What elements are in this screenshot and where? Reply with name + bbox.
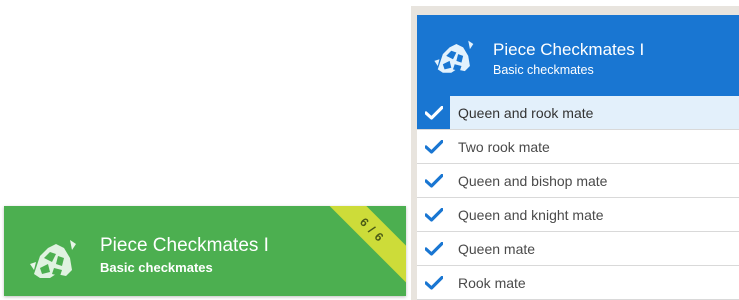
study-subtitle: Basic checkmates [493,63,594,77]
chapter-label: Queen and rook mate [458,104,594,121]
chapter-item[interactable]: Queen and bishop mate [417,164,739,198]
chapter-label: Queen and knight mate [458,206,604,223]
chapter-item[interactable]: Queen and rook mate [417,96,739,130]
chapter-label: Queen and bishop mate [458,172,608,189]
chapter-item[interactable]: Rook mate [417,266,739,300]
chess-pieces-icon [434,40,474,73]
checkmark-icon [417,130,450,163]
chapter-label: Rook mate [458,274,526,291]
progress-ribbon: 6 / 6 [313,206,406,289]
study-card-piece-checkmates[interactable]: Piece Checkmates I Basic checkmates 6 / … [4,206,406,296]
checkmark-icon [417,198,450,231]
study-header: Piece Checkmates I Basic checkmates [417,15,739,96]
card-subtitle: Basic checkmates [100,260,213,275]
checkmark-icon [417,164,450,197]
study-panel: Piece Checkmates I Basic checkmates Quee… [411,6,739,300]
chapter-item[interactable]: Two rook mate [417,130,739,164]
chapter-item[interactable]: Queen and knight mate [417,198,739,232]
chapter-label: Queen mate [458,240,536,257]
study-title: Piece Checkmates I [493,40,645,59]
checkmark-icon [417,96,450,129]
card-title: Piece Checkmates I [100,235,269,256]
checkmark-icon [417,232,450,265]
chapter-item[interactable]: Queen mate [417,232,739,266]
chess-pieces-icon [30,240,76,278]
chapter-list: Queen and rook mate Two rook mate Queen … [417,96,739,300]
checkmark-icon [417,266,450,299]
chapter-label: Two rook mate [458,138,550,155]
